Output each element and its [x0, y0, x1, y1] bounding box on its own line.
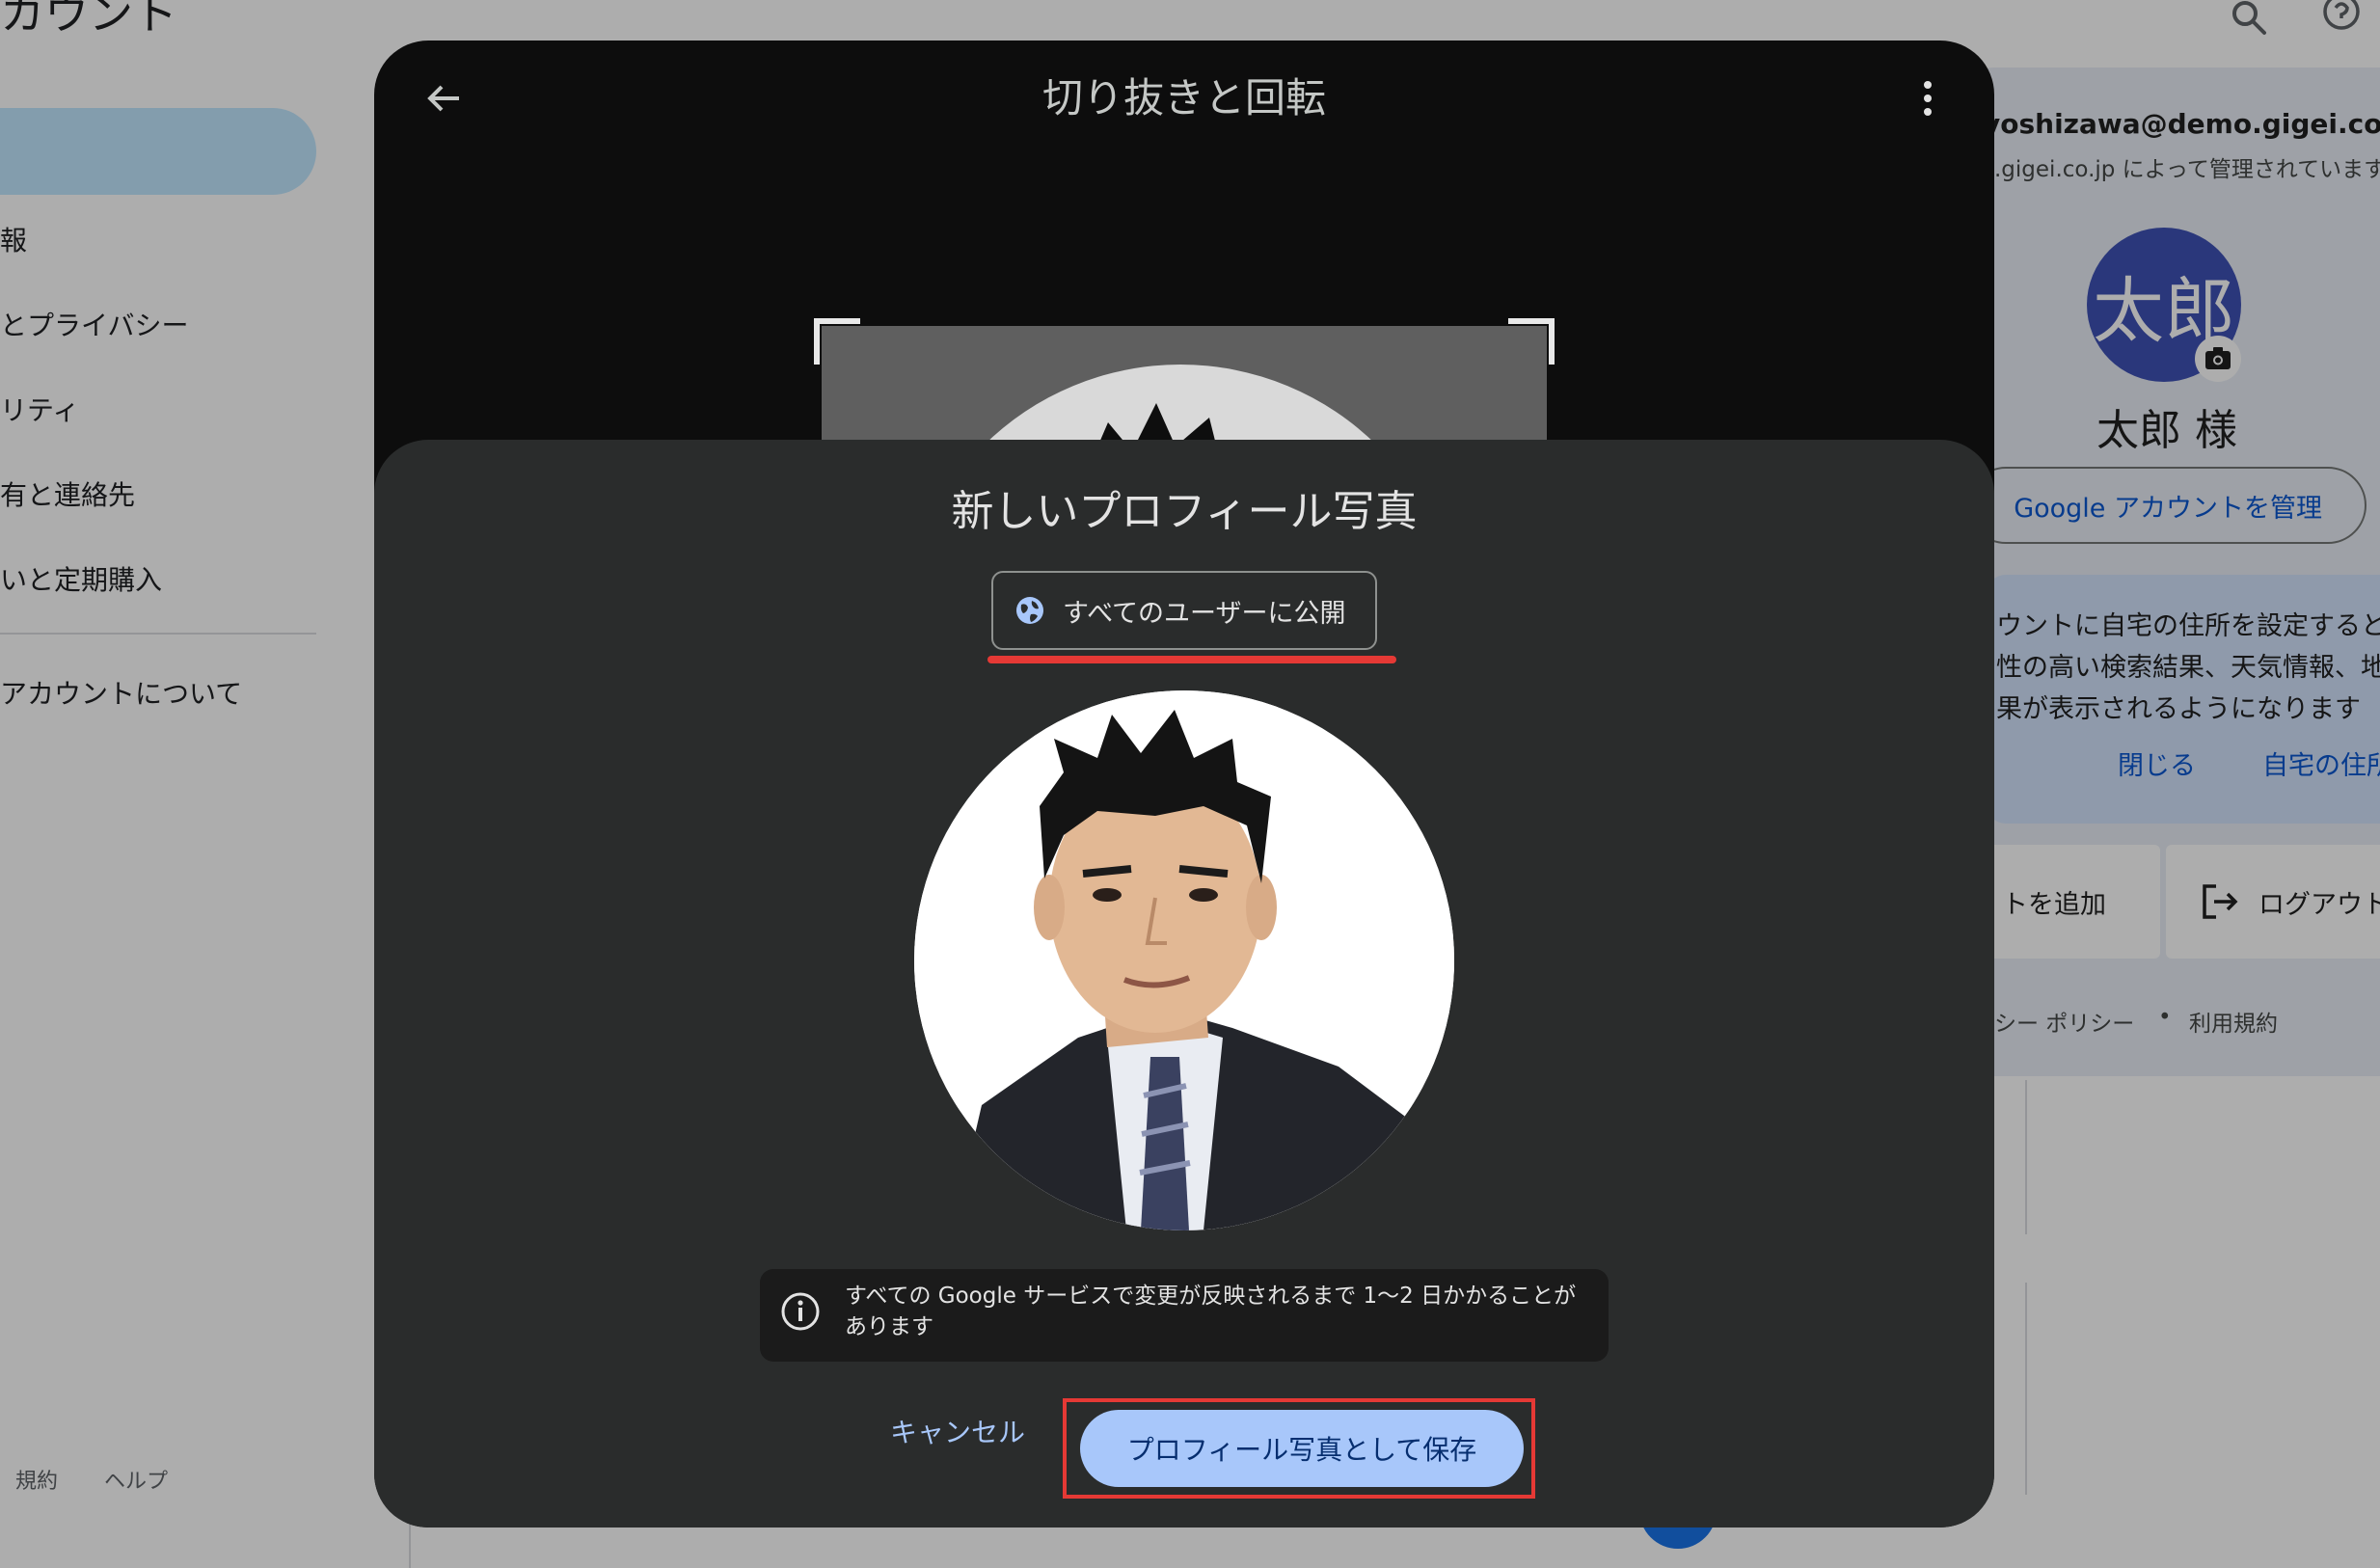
sheet-title: 新しいプロフィール写真	[951, 487, 1418, 536]
highlight-underline	[987, 656, 1396, 663]
new-profile-photo-sheet: 新しいプロフィール写真 すべてのユーザーに公開 すべての Google サービス…	[374, 440, 1994, 1527]
info-notice: すべての Google サービスで変更が反映されるまで 1〜2 日かかることがあ…	[760, 1269, 1609, 1362]
more-vert-icon[interactable]	[1913, 75, 1942, 122]
save-profile-photo-button[interactable]: プロフィール写真として保存	[1080, 1410, 1524, 1487]
crop-handle-top-left[interactable]	[814, 318, 860, 365]
crop-handle-top-right[interactable]	[1508, 318, 1555, 365]
cancel-button[interactable]: キャンセル	[856, 1400, 1059, 1462]
visibility-label: すべてのユーザーに公開	[1063, 598, 1346, 629]
globe-icon	[1016, 597, 1043, 624]
info-icon	[781, 1292, 820, 1331]
crop-dialog-title: 切り抜きと回転	[1041, 74, 1326, 122]
info-notice-text: すべての Google サービスで変更が反映されるまで 1〜2 日かかることがあ…	[845, 1284, 1577, 1339]
profile-photo-image	[914, 690, 1454, 1230]
visibility-chip[interactable]: すべてのユーザーに公開	[991, 571, 1377, 650]
profile-photo-preview	[914, 690, 1454, 1230]
